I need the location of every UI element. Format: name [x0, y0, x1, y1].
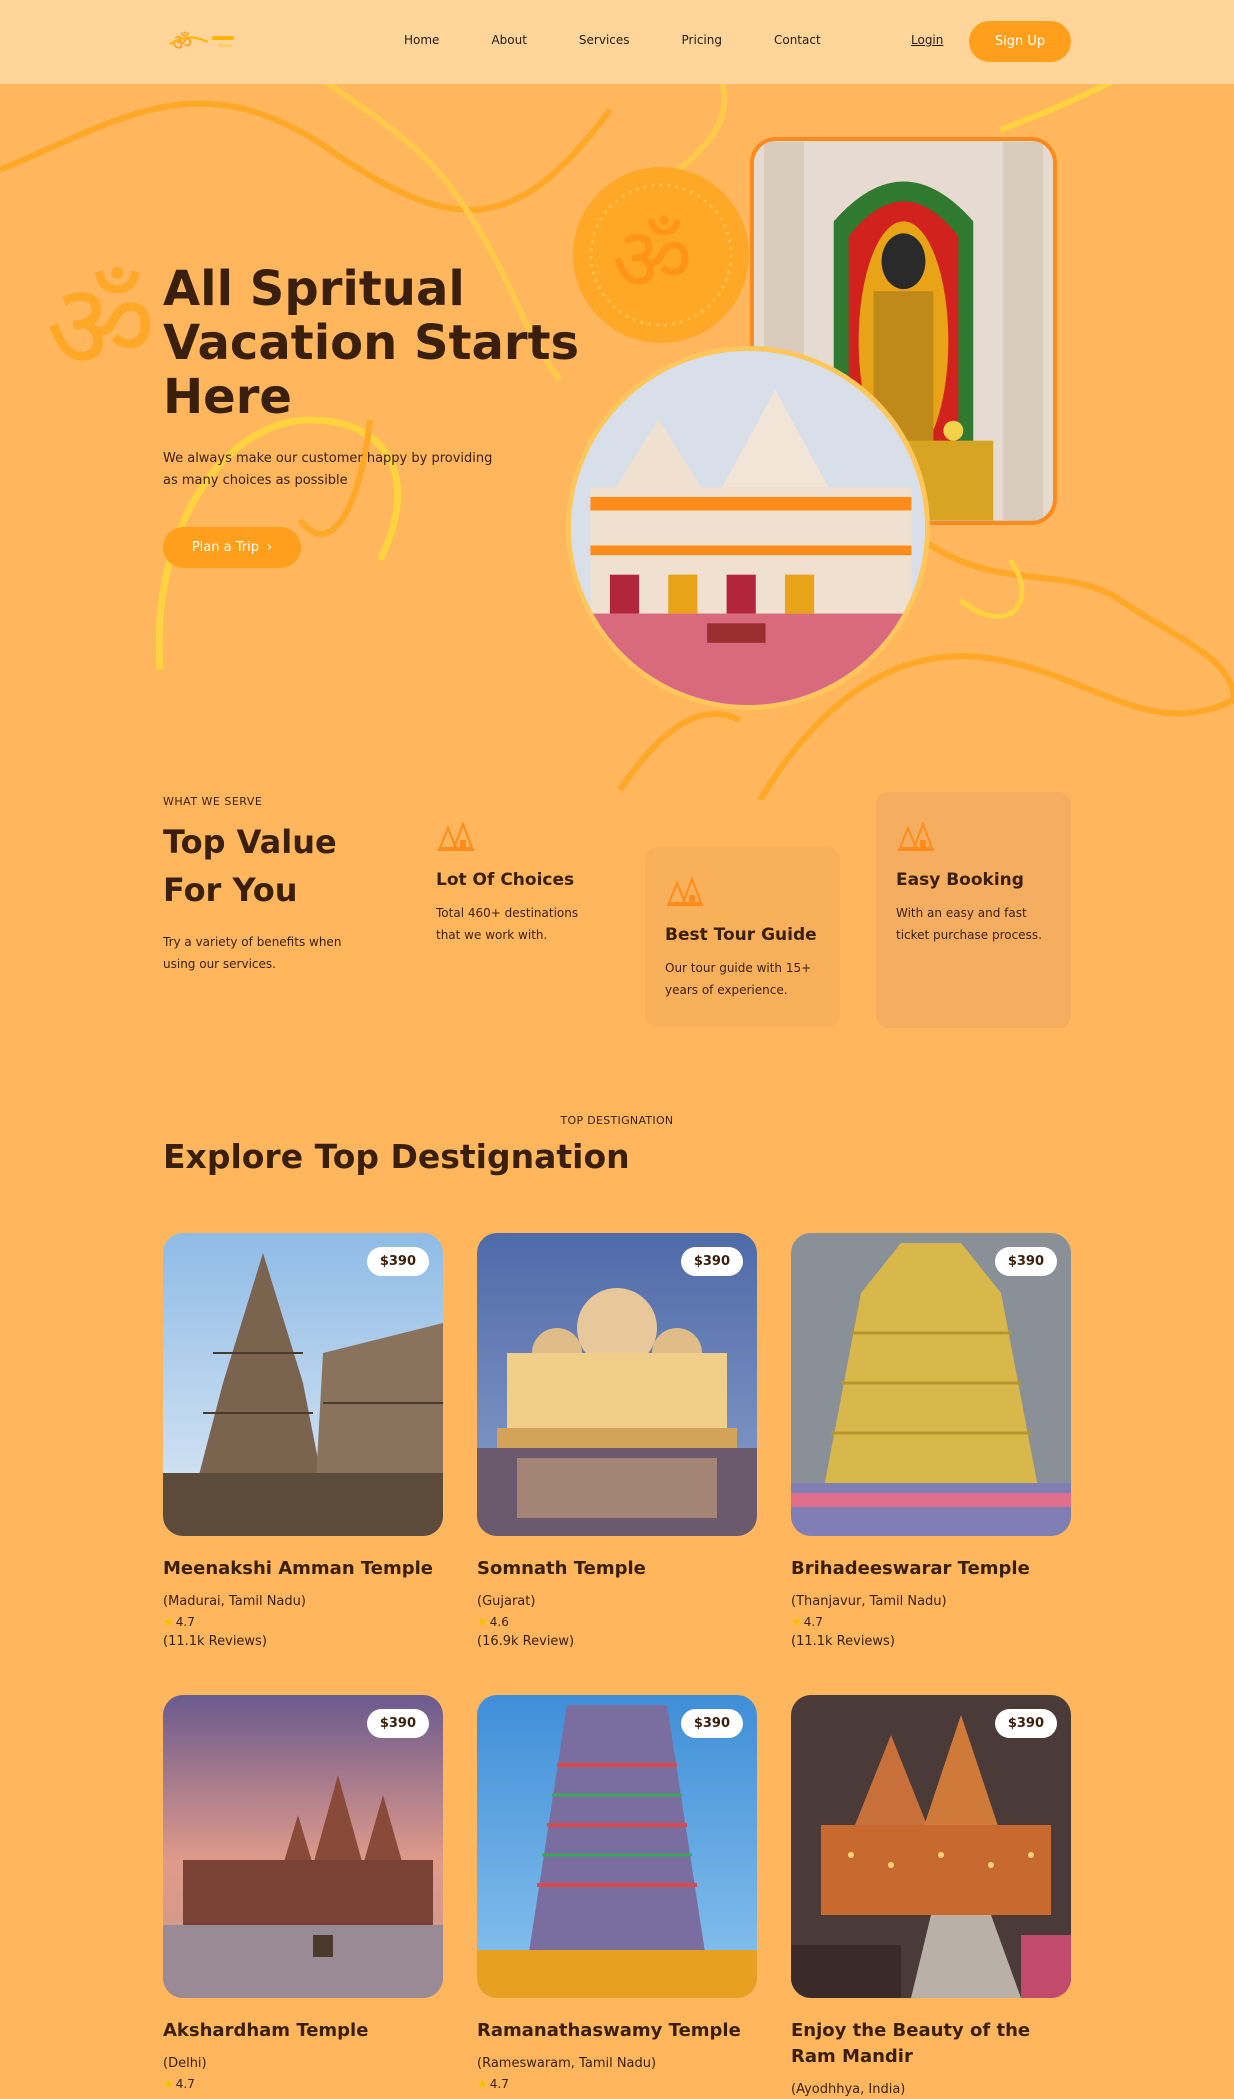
rating-value: 4.7 [489, 2077, 509, 2091]
destinations-kicker: TOP DESTIGNATION [560, 1114, 674, 1127]
hero-subtitle: We always make our customer happy by pro… [163, 451, 493, 488]
hero-title: All Spritual Vacation Starts Here [163, 261, 580, 425]
destination-reviews: (11.1k Reviews) [791, 1634, 895, 1649]
destination-name: Ramanathaswamy Temple [477, 2020, 741, 2041]
destination-image[interactable]: $390 [163, 1695, 443, 1998]
destination-name: Meenakshi Amman Temple [163, 1558, 434, 1579]
om-medallion-icon: ॐ [573, 167, 749, 343]
destination-image[interactable]: $390 [163, 1233, 443, 1536]
destination-card[interactable]: $390 Brihadeeswarar Temple (Thanjavur, T… [791, 1233, 1071, 1649]
serve-title: Top Value For You [163, 823, 337, 909]
feature-card-guide: Best Tour Guide Our tour guide with 15+ … [645, 847, 840, 1027]
ram-mandir-image [566, 346, 930, 710]
destination-image[interactable]: $390 [791, 1695, 1071, 1998]
star-icon: ★ [477, 1615, 488, 1629]
destination-name: Somnath Temple [477, 1558, 646, 1579]
destination-name: Brihadeeswarar Temple [791, 1558, 1030, 1579]
om-logo-icon[interactable]: ॐ [168, 26, 248, 58]
destination-location: (Delhi) [163, 2056, 207, 2071]
rating-value: 4.6 [489, 1615, 509, 1629]
om-symbol-icon: ॐ [46, 258, 155, 390]
top-navbar: ॐ Home About Services Pricing Contact Lo… [0, 0, 1234, 84]
rating-value: 4.7 [803, 1615, 823, 1629]
price-badge: $390 [680, 1247, 743, 1276]
destination-rating: ★ 4.6 [477, 1615, 757, 1629]
plan-trip-button[interactable]: Plan a Trip › [163, 527, 301, 568]
destination-name: Enjoy the Beauty of the Ram Mandir [791, 2020, 1031, 2067]
destination-location: (Thanjavur, Tamil Nadu) [791, 1594, 947, 1609]
destination-card[interactable]: $390 Meenakshi Amman Temple (Madurai, Ta… [163, 1233, 443, 1649]
temple-icon [667, 876, 703, 906]
login-link[interactable]: Login [911, 33, 943, 47]
temple-icon [898, 821, 934, 851]
destination-rating: ★ 4.7 [477, 2077, 757, 2091]
svg-text:ॐ: ॐ [46, 258, 155, 390]
plan-trip-label: Plan a Trip [191, 540, 259, 555]
feature-text: Our tour guide with 15+ years of experie… [665, 961, 812, 997]
destination-image[interactable]: $390 [477, 1233, 757, 1536]
feature-card-choices: Lot Of Choices Total 460+ destinations t… [416, 792, 611, 1028]
destination-rating: ★ 4.7 [163, 2077, 443, 2091]
nav-link-pricing[interactable]: Pricing [682, 33, 722, 47]
destination-card[interactable]: $390 Somnath Temple (Gujarat) ★ 4.6 (16.9… [477, 1233, 757, 1649]
feature-text: Total 460+ destinations that we work wit… [436, 906, 579, 942]
destination-name: Akshardham Temple [163, 2020, 369, 2041]
feature-title: Lot Of Choices [436, 870, 575, 890]
signup-button[interactable]: Sign Up [969, 21, 1071, 62]
star-icon: ★ [163, 1615, 174, 1629]
rating-value: 4.7 [175, 1615, 195, 1629]
price-badge: $390 [366, 1247, 429, 1276]
star-icon: ★ [477, 2077, 488, 2091]
nav-link-services[interactable]: Services [579, 33, 630, 47]
destination-card[interactable]: $390 Enjoy the Beauty of the Ram Mandir … [791, 1695, 1071, 2097]
destination-location: (Madurai, Tamil Nadu) [163, 1594, 306, 1609]
svg-text:ॐ: ॐ [612, 208, 692, 311]
destination-reviews: (16.9k Review) [477, 1634, 575, 1649]
price-badge: $390 [680, 1709, 743, 1738]
destination-rating: ★ 4.7 [163, 1615, 443, 1629]
nav-link-home[interactable]: Home [404, 33, 439, 47]
price-badge: $390 [994, 1709, 1057, 1738]
nav-links: Home About Services Pricing Contact [404, 33, 873, 47]
destination-card[interactable]: $390 Akshardham Temple (Delhi) ★ 4.7 [163, 1695, 443, 2091]
destination-image[interactable]: $390 [477, 1695, 757, 1998]
star-icon: ★ [163, 2077, 174, 2091]
feature-text: With an easy and fast ticket purchase pr… [896, 906, 1042, 942]
destination-image[interactable]: $390 [791, 1233, 1071, 1536]
temple-icon [438, 821, 474, 851]
feature-card-booking: Easy Booking With an easy and fast ticke… [876, 792, 1071, 1028]
destination-location: (Ayodhhya, India) [791, 2082, 906, 2097]
svg-text:ॐ: ॐ [172, 31, 192, 56]
price-badge: $390 [366, 1709, 429, 1738]
serve-kicker: WHAT WE SERVE [163, 795, 263, 808]
destinations-title: Explore Top Destignation [163, 1137, 630, 1176]
chevron-right-icon: › [266, 540, 273, 555]
destination-location: (Rameswaram, Tamil Nadu) [477, 2056, 657, 2071]
destination-card[interactable]: $390 Ramanathaswamy Temple (Rameswaram, … [477, 1695, 757, 2091]
destination-rating: ★ 4.7 [791, 1615, 1071, 1629]
nav-link-contact[interactable]: Contact [774, 33, 821, 47]
destination-location: (Gujarat) [477, 1594, 536, 1609]
nav-link-about[interactable]: About [491, 33, 526, 47]
feature-title: Easy Booking [896, 870, 1024, 890]
destination-reviews: (11.1k Reviews) [163, 1634, 267, 1649]
rating-value: 4.7 [175, 2077, 195, 2091]
price-badge: $390 [994, 1247, 1057, 1276]
serve-subtitle: Try a variety of benefits when using our… [163, 935, 342, 971]
feature-title: Best Tour Guide [665, 925, 817, 945]
star-icon: ★ [791, 1615, 802, 1629]
